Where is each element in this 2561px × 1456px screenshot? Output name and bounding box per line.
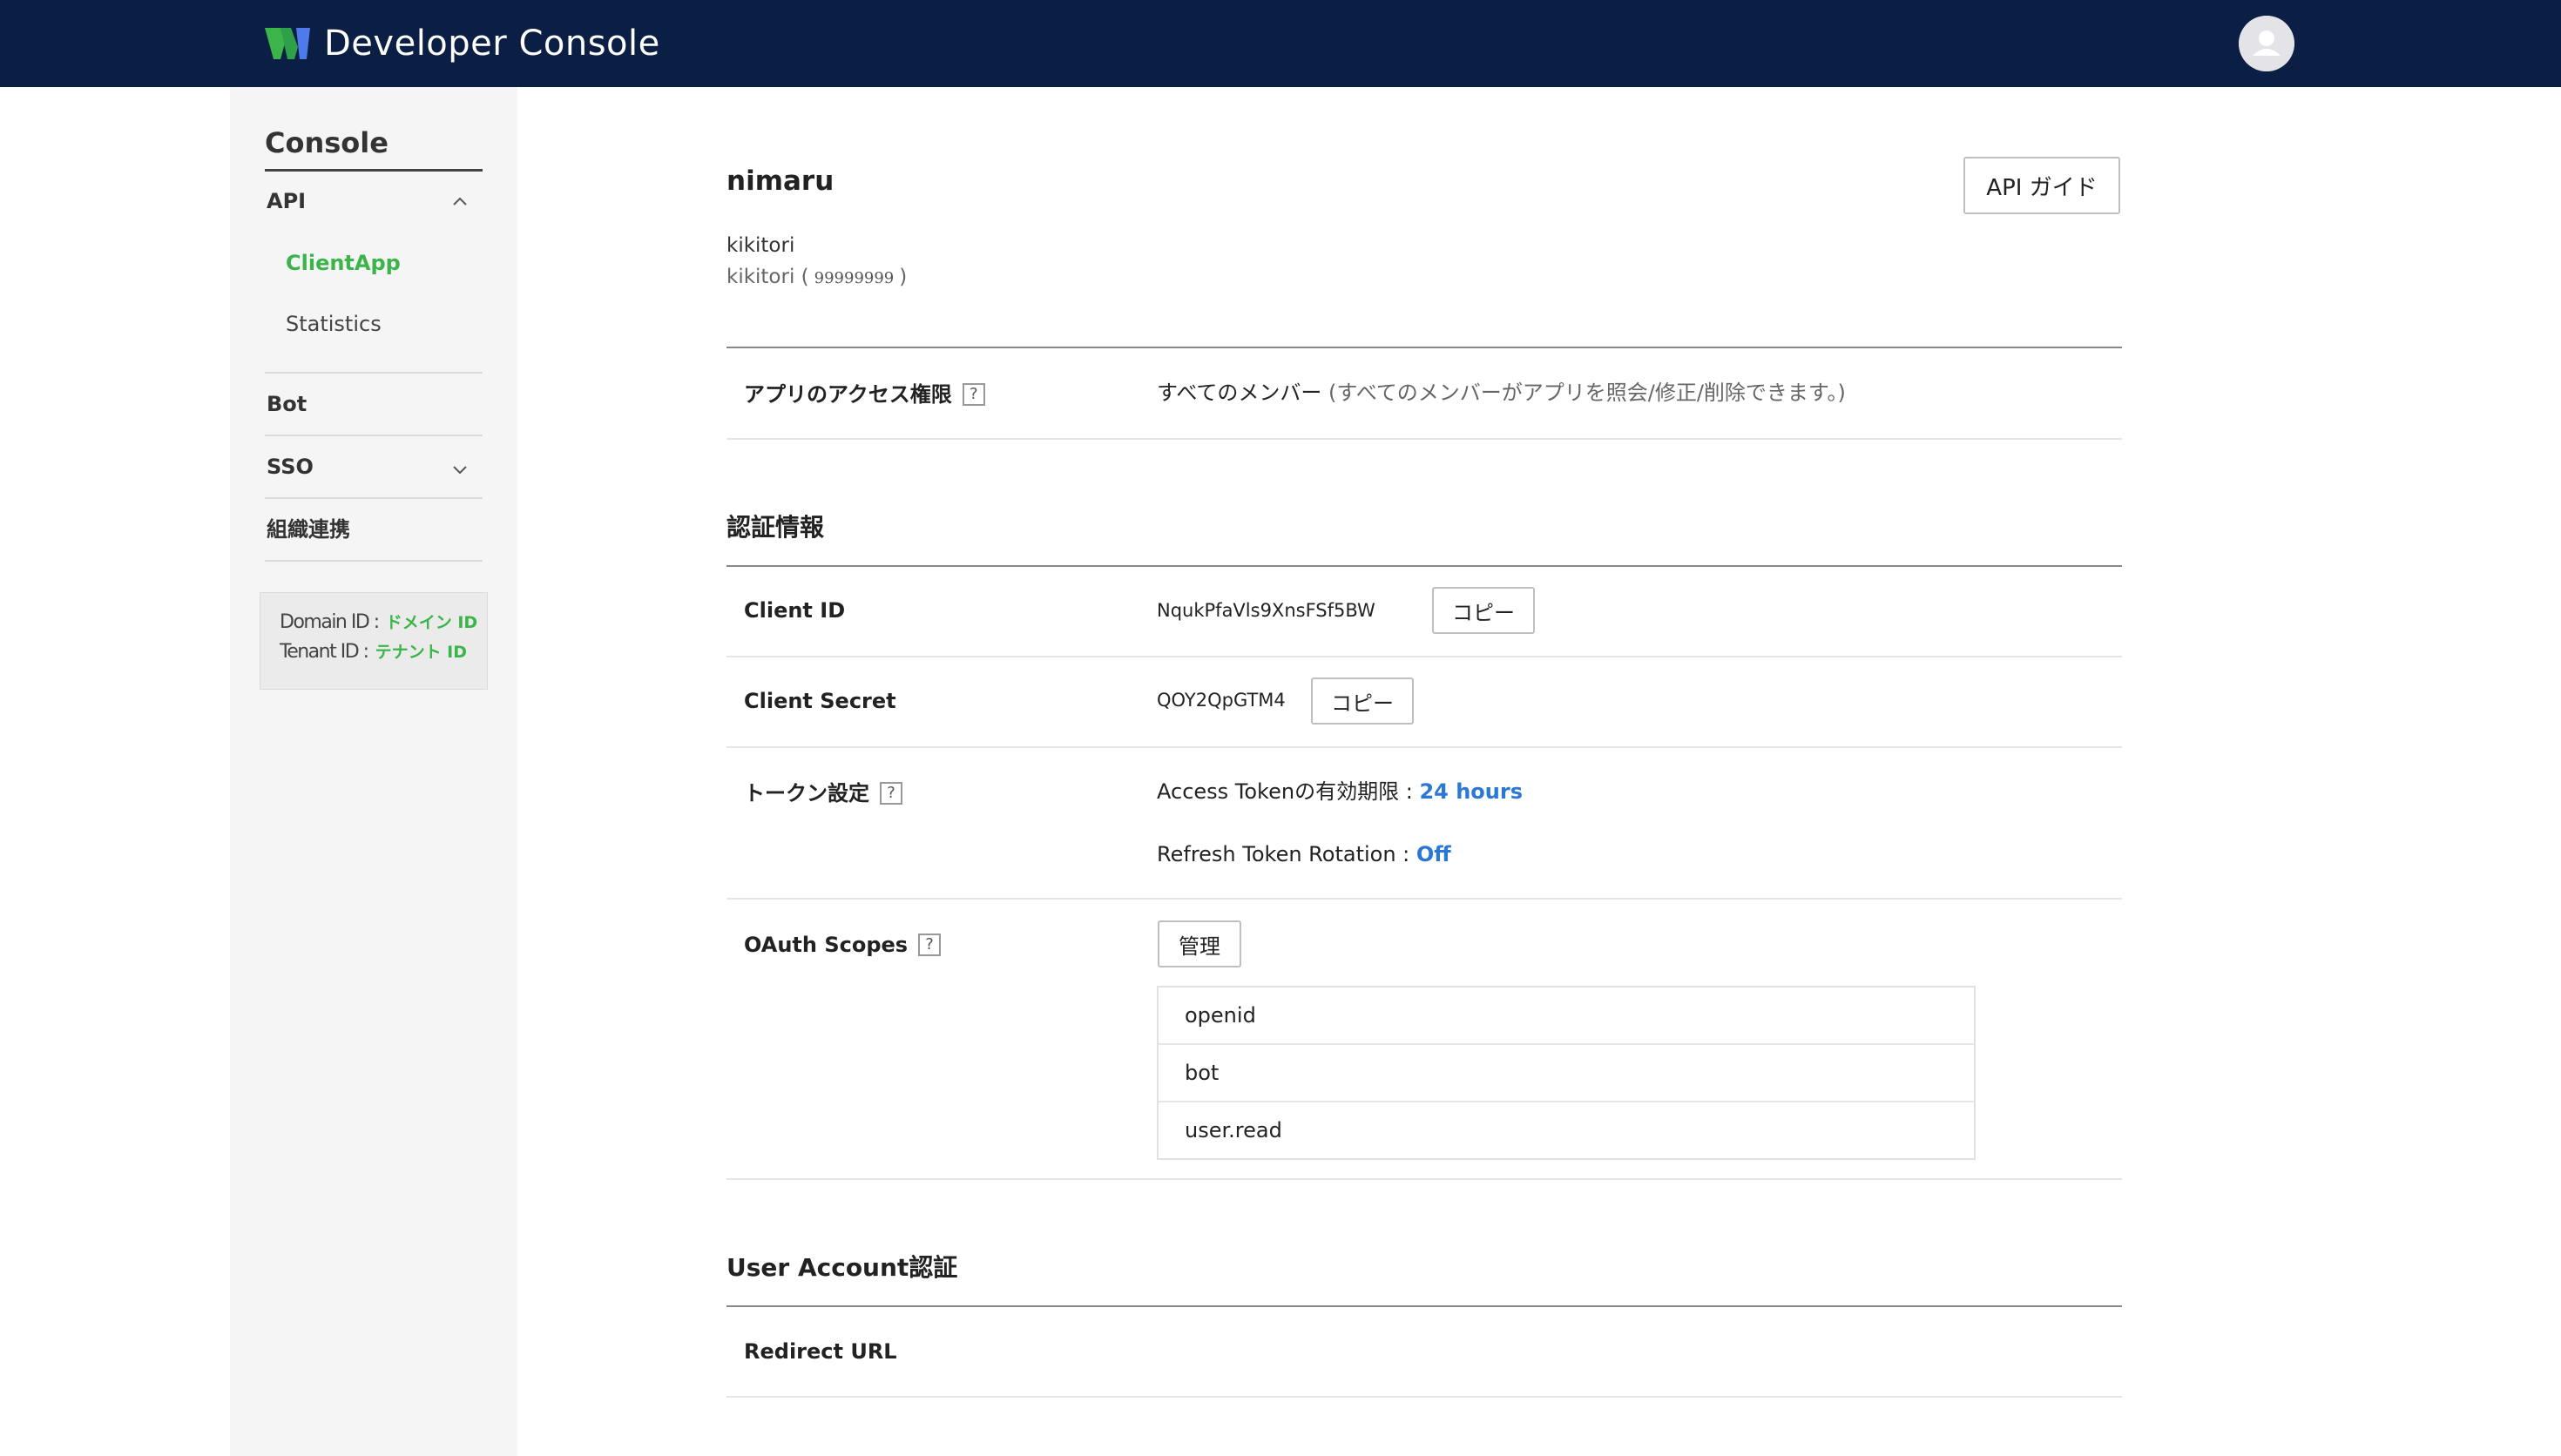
sidebar-item-clientapp[interactable]: ClientApp <box>286 248 401 278</box>
section-divider <box>726 1305 2122 1307</box>
chevron-down-icon[interactable] <box>449 459 470 480</box>
ids-box: Domain ID : ドメイン ID Tenant ID : テナント ID <box>260 592 488 690</box>
api-guide-button[interactable]: API ガイド <box>1963 157 2120 214</box>
row-divider <box>726 746 2122 748</box>
row-divider <box>726 898 2122 900</box>
user-auth-section-heading: User Account認証 <box>726 1253 958 1282</box>
org-sub-suffix: ) <box>899 266 908 288</box>
app-title: Developer Console <box>324 24 660 64</box>
user-avatar-icon[interactable] <box>2239 16 2294 71</box>
sidebar-divider <box>265 435 483 436</box>
tenant-id-row: Tenant ID : テナント ID <box>280 638 467 666</box>
app-name: nimaru <box>726 165 835 197</box>
domain-id-value: ドメイン ID <box>385 613 478 632</box>
refresh-token-text: Refresh Token Rotation : <box>1157 842 1410 866</box>
access-value: すべてのメンバー <box>1157 381 1322 405</box>
refresh-token-value[interactable]: Off <box>1416 842 1451 866</box>
row-divider <box>726 1178 2122 1180</box>
domain-id-row: Domain ID : ドメイン ID <box>280 609 477 637</box>
sidebar-title: Console <box>265 126 389 159</box>
client-id-value: NqukPfaVls9XnsFSf5BW <box>1157 600 1375 621</box>
access-token-expiry: Access Tokenの有効期限 : 24 hours <box>1157 777 1523 806</box>
copy-client-secret-button[interactable]: コピー <box>1311 677 1414 725</box>
help-icon[interactable]: ? <box>880 782 902 805</box>
scope-item: openid <box>1159 988 1974 1045</box>
oauth-scopes-text: OAuth Scopes <box>744 933 909 957</box>
sidebar-item-api[interactable]: API <box>267 186 306 216</box>
row-divider <box>726 1396 2122 1398</box>
org-sub: kikitori ( 99999999) <box>726 263 907 293</box>
token-settings-label: トークン設定 ? <box>744 779 902 808</box>
oauth-scopes-label: OAuth Scopes ? <box>744 930 942 960</box>
scope-item: user.read <box>1185 1118 1282 1143</box>
sidebar-divider <box>265 497 483 499</box>
sidebar-item-statistics[interactable]: Statistics <box>286 309 382 339</box>
help-icon[interactable]: ? <box>918 934 942 956</box>
access-token-text: Access Tokenの有効期限 : <box>1157 779 1413 804</box>
org-number: 99999999 <box>814 269 895 287</box>
manage-scopes-button[interactable]: 管理 <box>1158 920 1241 967</box>
auth-section-heading: 認証情報 <box>726 513 825 542</box>
copy-client-id-button[interactable]: コピー <box>1432 587 1535 634</box>
access-permission-value: すべてのメンバー (すべてのメンバーがアプリを照会/修正/削除できます。) <box>1157 378 1846 408</box>
section-divider <box>726 347 2122 348</box>
access-permission-text: アプリのアクセス権限 <box>744 382 952 407</box>
sidebar <box>230 87 517 1456</box>
sidebar-divider <box>265 560 483 562</box>
refresh-token-rotation: Refresh Token Rotation : Off <box>1157 839 1451 869</box>
org-sub-prefix: kikitori ( <box>726 266 809 288</box>
sidebar-divider <box>265 372 483 374</box>
row-divider <box>726 438 2122 440</box>
client-secret-value: QOY2QpGTM4 <box>1157 690 1286 711</box>
scope-item: bot <box>1159 1045 1974 1102</box>
token-settings-text: トークン設定 <box>744 781 869 806</box>
domain-id-label: Domain ID : <box>280 611 380 633</box>
org-name: kikitori <box>726 234 795 257</box>
top-header: Developer Console <box>0 0 2561 87</box>
access-permission-label: アプリのアクセス権限 ? <box>744 380 985 409</box>
access-token-value[interactable]: 24 hours <box>1419 779 1523 804</box>
access-description: (すべてのメンバーがアプリを照会/修正/削除できます。) <box>1328 381 1846 405</box>
w-logo-icon[interactable] <box>263 24 312 63</box>
scopes-list: openid bot user.read <box>1157 986 1976 1160</box>
chevron-up-icon[interactable] <box>449 192 470 212</box>
sidebar-item-sso[interactable]: SSO <box>267 452 314 482</box>
row-divider <box>726 656 2122 657</box>
section-divider <box>726 565 2122 567</box>
tenant-id-value: テナント ID <box>375 643 468 662</box>
sidebar-item-bot[interactable]: Bot <box>267 389 307 419</box>
redirect-url-label: Redirect URL <box>744 1339 897 1364</box>
sidebar-title-divider <box>265 169 483 172</box>
client-id-label: Client ID <box>744 598 846 623</box>
help-icon[interactable]: ? <box>962 383 985 406</box>
tenant-id-label: Tenant ID : <box>280 641 369 663</box>
client-secret-label: Client Secret <box>744 689 896 713</box>
sidebar-item-org-link[interactable]: 組織連携 <box>267 515 350 544</box>
